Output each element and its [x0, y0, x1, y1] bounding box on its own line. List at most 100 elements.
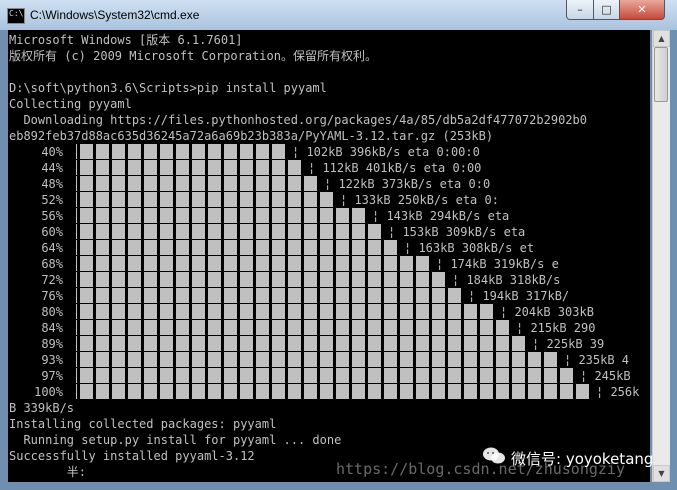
title-bar[interactable]: C:\Windows\System32\cmd.exe – □ ✕	[0, 0, 677, 30]
progress-segment	[416, 320, 429, 335]
progress-percent: 84%	[41, 321, 63, 335]
progress-segment	[416, 272, 429, 287]
progress-segment	[112, 160, 125, 175]
progress-segment	[256, 272, 269, 287]
progress-segment	[208, 176, 221, 191]
progress-percent: 100%	[34, 385, 63, 399]
progress-segment	[128, 384, 141, 399]
progress-segment	[528, 352, 541, 367]
progress-left-bracket	[76, 272, 77, 287]
progress-segment	[320, 352, 333, 367]
progress-left-bracket	[76, 336, 77, 351]
progress-segment	[112, 384, 125, 399]
progress-stats: ¦ 235kB 4	[564, 353, 630, 367]
progress-segment	[352, 336, 365, 351]
progress-segment	[336, 368, 349, 383]
progress-row: 64% ¦ 163kB 308kB/s et	[8, 240, 650, 256]
progress-segment	[128, 224, 141, 239]
progress-segment	[192, 240, 205, 255]
progress-segment	[192, 256, 205, 271]
progress-segment	[304, 320, 317, 335]
progress-segment	[432, 320, 445, 335]
progress-stats: ¦ 163kB 308kB/s et	[404, 241, 535, 255]
progress-segment	[384, 256, 397, 271]
progress-segment	[272, 336, 285, 351]
progress-segment	[512, 352, 525, 367]
progress-segment	[304, 336, 317, 351]
progress-segment	[288, 288, 301, 303]
progress-segment	[320, 288, 333, 303]
progress-segment	[496, 320, 509, 335]
progress-row: 84% ¦ 215kB 290	[8, 320, 650, 336]
progress-segment	[80, 160, 93, 175]
progress-segment	[304, 304, 317, 319]
progress-segment	[144, 336, 157, 351]
progress-segment	[368, 256, 381, 271]
progress-left-bracket	[76, 304, 77, 319]
scroll-thumb[interactable]	[654, 47, 668, 102]
progress-segment	[96, 224, 109, 239]
progress-segment	[416, 336, 429, 351]
progress-percent: 40%	[41, 145, 63, 159]
progress-segment	[96, 256, 109, 271]
progress-segment	[256, 304, 269, 319]
progress-segment	[208, 352, 221, 367]
scroll-down-icon[interactable]: ▼	[653, 465, 670, 482]
close-button[interactable]: ✕	[619, 0, 665, 20]
progress-segment	[80, 208, 93, 223]
progress-segment	[384, 368, 397, 383]
progress-segment	[336, 288, 349, 303]
progress-segment	[256, 160, 269, 175]
progress-segment	[224, 288, 237, 303]
scroll-up-icon[interactable]: ▲	[653, 30, 670, 47]
progress-segment	[288, 336, 301, 351]
progress-segment	[112, 144, 125, 159]
progress-segment	[416, 352, 429, 367]
progress-segment	[176, 272, 189, 287]
progress-segment	[144, 192, 157, 207]
progress-segment	[224, 224, 237, 239]
progress-segment	[240, 144, 253, 159]
progress-segment	[256, 144, 269, 159]
progress-segment	[112, 192, 125, 207]
progress-segment	[128, 192, 141, 207]
maximize-button[interactable]: □	[593, 0, 620, 20]
progress-segment	[96, 368, 109, 383]
progress-segment	[336, 384, 349, 399]
progress-segment	[160, 304, 173, 319]
progress-segment	[272, 208, 285, 223]
progress-segment	[384, 272, 397, 287]
progress-stats: ¦ 215kB 290	[516, 321, 596, 335]
progress-segment	[112, 352, 125, 367]
progress-segment	[224, 208, 237, 223]
progress-segment	[208, 192, 221, 207]
progress-segment	[304, 256, 317, 271]
progress-segment	[384, 288, 397, 303]
progress-segment	[288, 192, 301, 207]
progress-segment	[528, 368, 541, 383]
progress-segment	[80, 320, 93, 335]
progress-segment	[192, 336, 205, 351]
progress-left-bracket	[76, 320, 77, 335]
progress-segment	[128, 352, 141, 367]
cmd-icon[interactable]	[7, 8, 25, 24]
progress-segment	[304, 192, 317, 207]
progress-segment	[288, 256, 301, 271]
progress-stats: ¦ 256k	[596, 385, 640, 399]
progress-segment	[352, 368, 365, 383]
progress-segment	[128, 240, 141, 255]
progress-segment	[256, 352, 269, 367]
console-line: Microsoft Windows [版本 6.1.7601]	[9, 33, 243, 47]
console-output[interactable]: Microsoft Windows [版本 6.1.7601] 版权所有 (c) …	[8, 30, 650, 482]
progress-segment	[336, 352, 349, 367]
progress-segment	[128, 288, 141, 303]
progress-segment	[256, 208, 269, 223]
progress-segment	[128, 368, 141, 383]
progress-segment	[400, 304, 413, 319]
minimize-button[interactable]: –	[566, 0, 594, 20]
progress-stats: ¦ 204kB 303kB	[500, 305, 594, 319]
progress-segment	[160, 320, 173, 335]
vertical-scrollbar[interactable]: ▲ ▼	[652, 30, 670, 482]
progress-segment	[432, 272, 445, 287]
progress-segment	[208, 336, 221, 351]
